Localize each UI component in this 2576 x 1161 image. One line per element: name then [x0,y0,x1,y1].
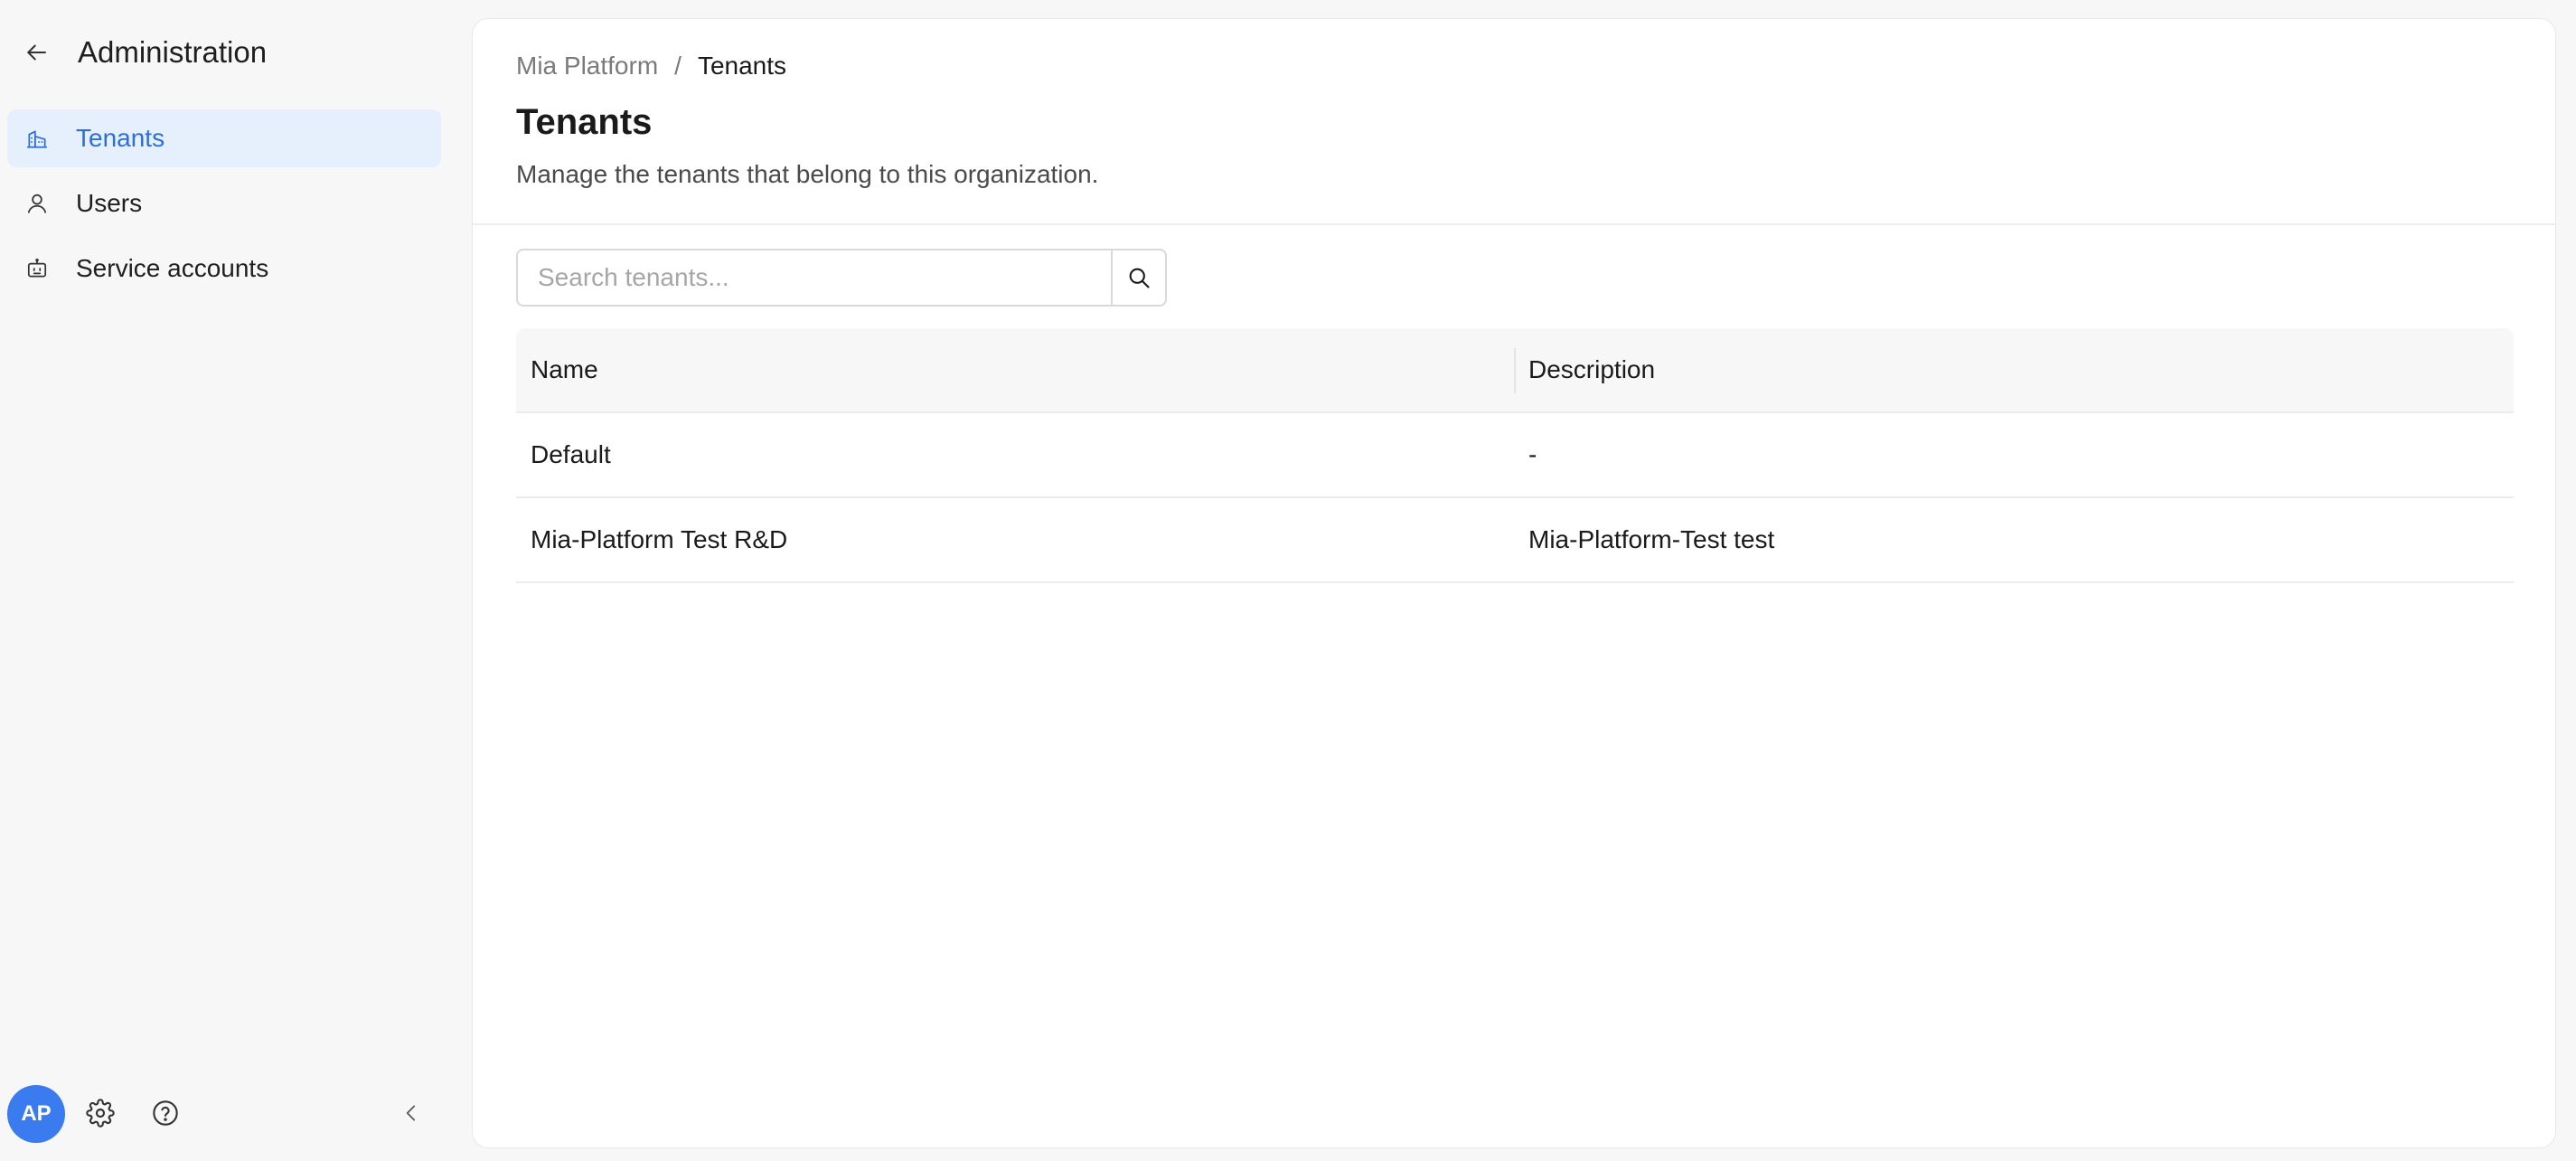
tenants-table: Name Description Default - Mia-Platform … [516,328,2514,583]
arrow-left-icon [27,44,46,61]
table-row[interactable]: Default - [516,413,2514,498]
cell-name: Default [531,440,611,468]
breadcrumb-root-link[interactable]: Mia Platform [516,52,658,80]
breadcrumb-current: Tenants [697,52,787,80]
page-title: Tenants [516,102,653,142]
page-header: Mia Platform / Tenants Tenants Manage th… [473,19,2555,225]
search-input[interactable] [516,249,1111,307]
sidebar: Administration Tenants Users Service acc… [0,0,461,1161]
help-circle-icon [153,1100,178,1126]
table-header: Name Description [516,328,2514,413]
sidebar-header: Administration [0,20,461,85]
cell-name: Mia-Platform Test R&D [531,525,788,553]
sidebar-item-label: Service accounts [76,254,269,282]
user-icon [24,190,51,217]
app-root: Administration Tenants Users Service acc… [0,0,2576,1161]
back-button[interactable] [18,34,54,71]
sidebar-title: Administration [78,35,268,69]
gear-icon [86,1099,115,1128]
sidebar-nav: Tenants Users Service accounts [7,109,441,305]
sidebar-item-users[interactable]: Users [7,175,441,232]
sidebar-footer: AP [0,1080,461,1147]
main-panel: Mia Platform / Tenants Tenants Manage th… [472,18,2556,1148]
search-icon [1129,268,1150,288]
breadcrumb: Mia Platform / Tenants [516,52,786,80]
sidebar-item-label: Users [76,189,143,217]
chevron-left-icon [406,1105,416,1121]
sidebar-item-tenants[interactable]: Tenants [7,109,441,167]
help-button[interactable] [145,1092,186,1134]
search-button[interactable] [1111,249,1167,307]
robot-icon [24,255,51,282]
settings-button[interactable] [80,1092,121,1134]
page-description: Manage the tenants that belong to this o… [516,160,1099,188]
table-row[interactable]: Mia-Platform Test R&D Mia-Platform-Test … [516,498,2514,583]
search-bar [516,249,1167,307]
sidebar-item-label: Tenants [76,124,165,152]
avatar[interactable]: AP [7,1085,65,1143]
collapse-sidebar-button[interactable] [390,1092,432,1134]
column-header-name[interactable]: Name [516,328,1514,411]
building-icon [24,125,51,152]
cell-description: Mia-Platform-Test test [1528,525,1775,553]
breadcrumb-separator: / [674,52,682,80]
cell-description: - [1528,440,1537,468]
sidebar-item-service-accounts[interactable]: Service accounts [7,240,441,297]
column-header-description[interactable]: Description [1514,328,2514,411]
